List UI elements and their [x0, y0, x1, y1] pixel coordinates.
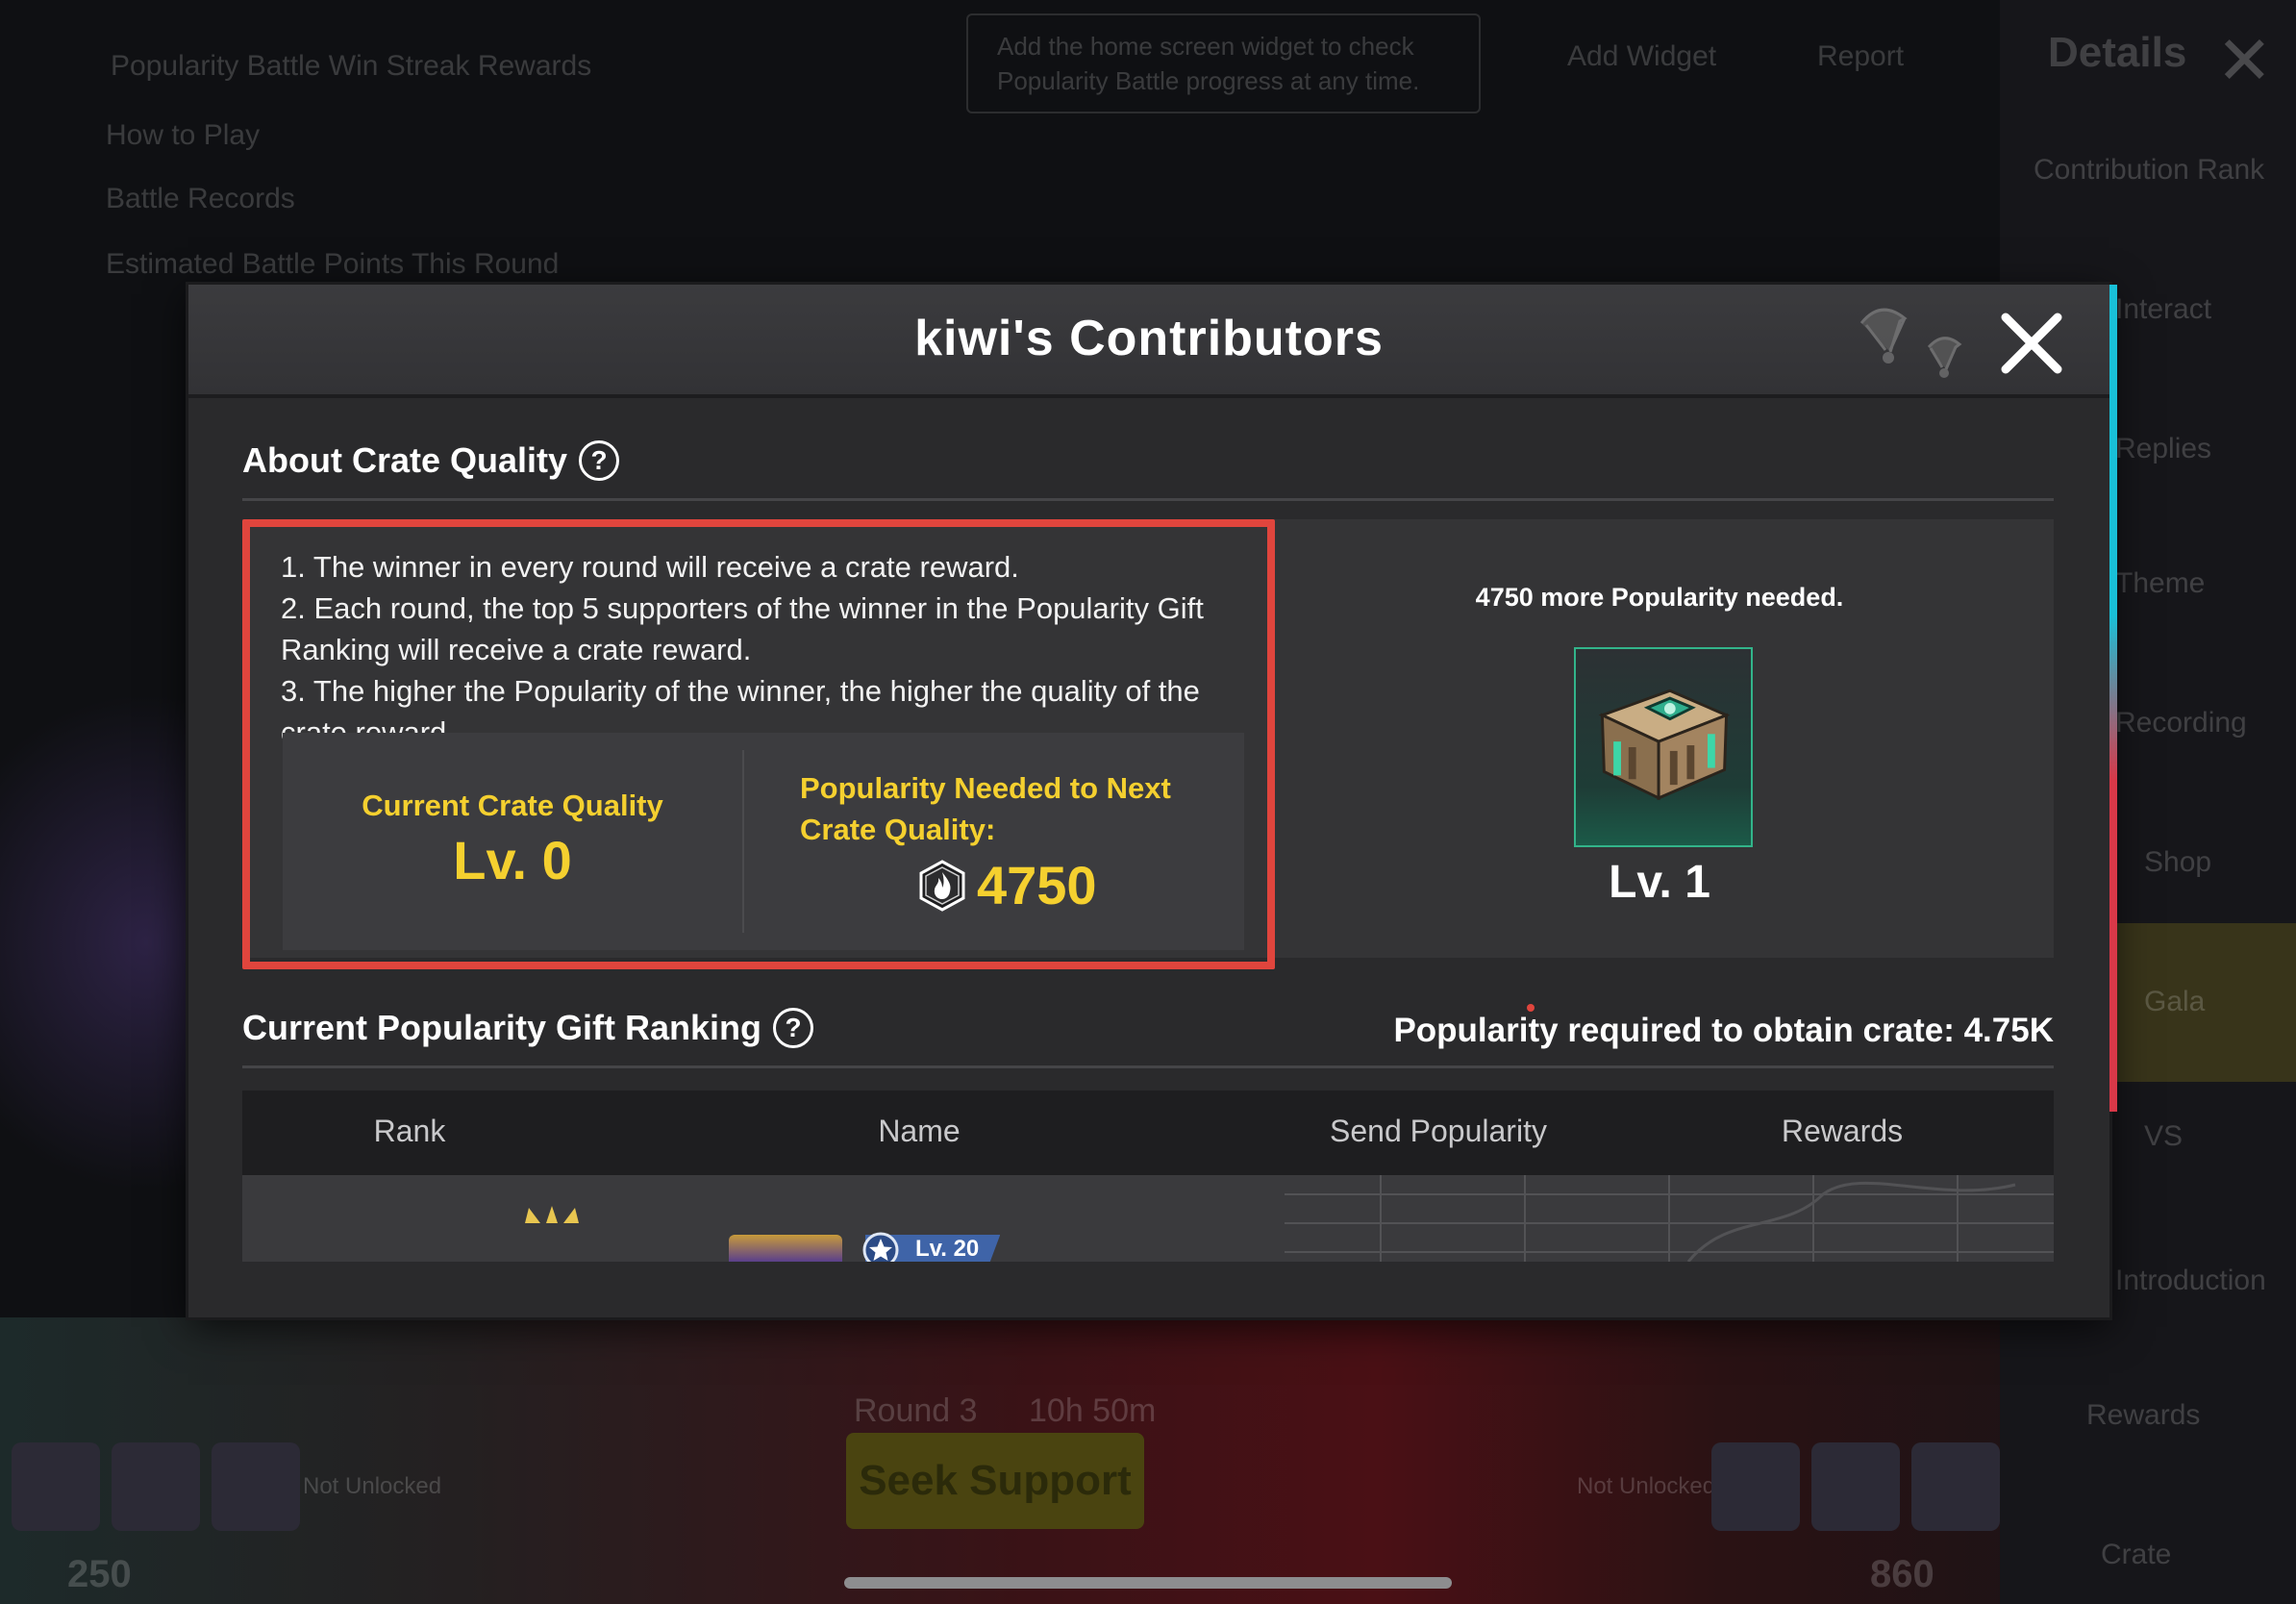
avatar[interactable]	[1911, 1442, 2000, 1531]
right-menu-item[interactable]: Shop	[2144, 846, 2211, 879]
map-pattern-icon	[1285, 1175, 2054, 1262]
right-menu-item[interactable]: Interact	[2115, 293, 2211, 326]
help-icon[interactable]: ?	[773, 1008, 814, 1048]
estimated-points-label: Estimated Battle Points This Round	[106, 248, 560, 280]
report-button[interactable]: Report	[1817, 40, 1904, 73]
ranking-heading: Current Popularity Gift Ranking ?	[242, 1008, 814, 1048]
right-score: 860	[1870, 1553, 1934, 1595]
background-close-icon[interactable]: ✕	[2216, 21, 2273, 100]
right-menu-item[interactable]: Introduction	[2115, 1265, 2266, 1297]
dialog-title: kiwi's Contributors	[914, 311, 1384, 366]
avatar[interactable]	[1811, 1442, 1900, 1531]
details-button[interactable]: Details	[2048, 29, 2186, 77]
win-streak-rewards-link[interactable]: Popularity Battle Win Streak Rewards	[111, 50, 591, 83]
avatar[interactable]	[1711, 1442, 1800, 1531]
column-header-name: Name	[878, 1114, 961, 1148]
left-supporter-avatars	[12, 1442, 300, 1531]
right-menu-item[interactable]: Crate	[2101, 1539, 2171, 1571]
dialog-header: kiwi's Contributors	[188, 285, 2109, 398]
table-row[interactable]	[242, 1175, 2054, 1262]
column-header-rank: Rank	[373, 1114, 446, 1148]
crate-requirement: Popularity required to obtain crate: 4.7…	[1393, 1012, 2054, 1049]
avatar[interactable]	[12, 1442, 100, 1531]
round-label: Round 3	[854, 1392, 978, 1429]
right-menu-item[interactable]: Rewards	[2086, 1399, 2200, 1432]
round-timer: 10h 50m	[1029, 1392, 1157, 1429]
avatar[interactable]	[212, 1442, 300, 1531]
about-crate-quality-title: About Crate Quality	[242, 440, 568, 480]
parachute-decoration-icon	[1859, 308, 1962, 378]
ranking-title: Current Popularity Gift Ranking	[242, 1008, 762, 1047]
divider	[242, 498, 2054, 501]
right-menu-item[interactable]: Gala	[2144, 986, 2205, 1018]
rank-crown-icon	[525, 1206, 579, 1223]
avatar[interactable]	[729, 1235, 842, 1262]
help-icon[interactable]: ?	[579, 440, 620, 481]
contributors-dialog: kiwi's Contributors About Crate Quality …	[188, 285, 2117, 1317]
how-to-play-link[interactable]: How to Play	[106, 119, 260, 152]
about-crate-quality-heading: About Crate Quality ?	[242, 440, 620, 481]
column-header-rewards: Rewards	[1781, 1114, 1904, 1148]
right-menu-item[interactable]: Contribution Rank	[2034, 154, 2264, 187]
right-not-unlocked: Not Unlocked	[1577, 1473, 1716, 1499]
dialog-accent-stripe	[2109, 285, 2117, 1112]
right-menu-item[interactable]: VS	[2144, 1120, 2183, 1153]
right-supporter-avatars	[1711, 1442, 2000, 1531]
crate-reward-tile[interactable]	[1574, 647, 1753, 847]
battle-records-link[interactable]: Battle Records	[106, 183, 295, 215]
crate-icon	[1598, 689, 1731, 801]
next-crate-level: Lv. 1	[1609, 857, 1710, 908]
widget-tip: Add the home screen widget to check Popu…	[966, 13, 1481, 113]
more-popularity-needed: 4750 more Popularity needed.	[1475, 583, 1844, 612]
seek-support-button[interactable]: Seek Support	[846, 1433, 1144, 1529]
home-indicator[interactable]	[844, 1577, 1452, 1589]
right-menu-item[interactable]: Theme	[2115, 567, 2205, 600]
add-widget-button[interactable]: Add Widget	[1567, 40, 1716, 73]
highlight-box	[242, 519, 1275, 969]
dialog-footer	[188, 1262, 2109, 1317]
right-menu-item[interactable]: Replies	[2115, 433, 2211, 465]
divider	[242, 1065, 2054, 1068]
column-header-send-popularity: Send Popularity	[1330, 1114, 1547, 1148]
notification-dot	[1527, 1004, 1535, 1012]
close-icon[interactable]	[1992, 304, 2071, 383]
level-badge-text: Lv. 20	[915, 1236, 980, 1262]
left-score: 250	[67, 1553, 132, 1595]
avatar[interactable]	[112, 1442, 200, 1531]
right-menu-item[interactable]: Recording	[2115, 707, 2247, 739]
left-not-unlocked: Not Unlocked	[303, 1473, 442, 1499]
